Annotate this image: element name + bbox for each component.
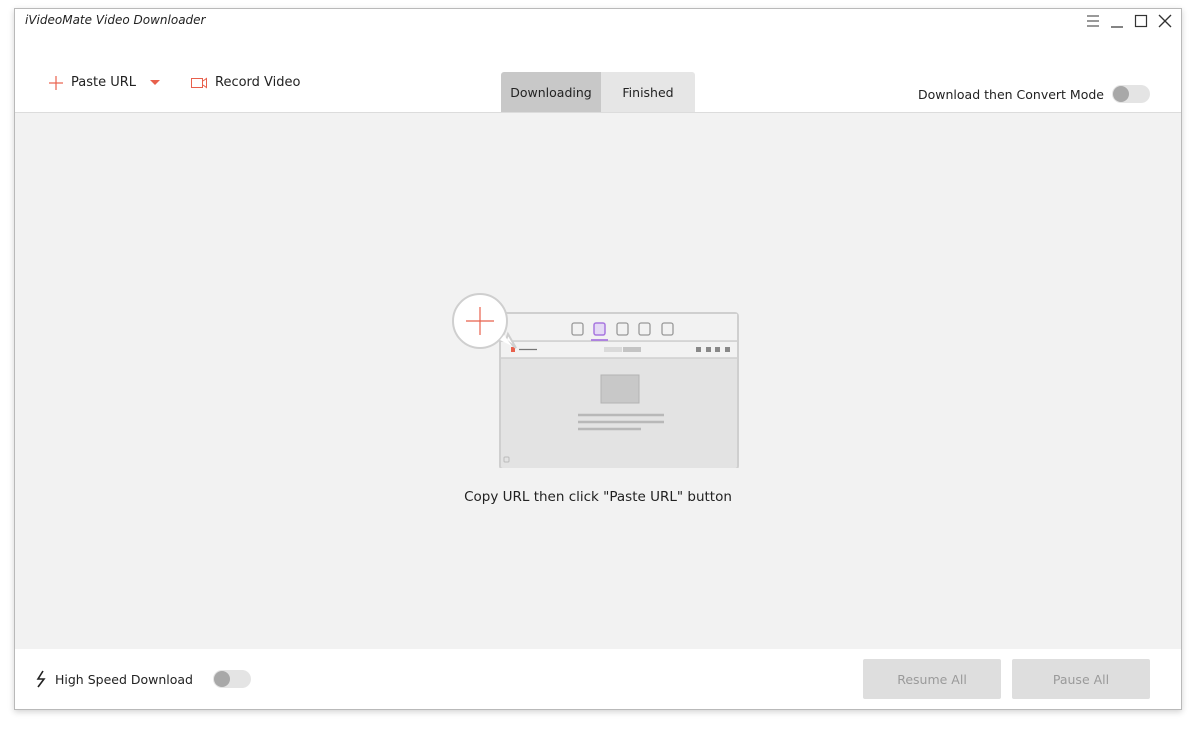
toggle-knob [214,671,230,687]
resume-all-button[interactable]: Resume All [863,659,1001,699]
high-speed-label: High Speed Download [55,671,193,687]
paste-url-button[interactable]: Paste URL [49,75,161,90]
menu-button[interactable] [1083,11,1103,31]
high-speed-setting: High Speed Download [35,670,251,688]
lightning-icon [36,670,46,688]
app-window: iVideoMate Video Downloader Paste URL Re… [14,8,1182,710]
close-button[interactable] [1155,11,1175,31]
paste-url-label: Paste URL [71,75,137,90]
minimize-button[interactable] [1107,11,1127,31]
convert-mode-label: Download then Convert Mode [918,86,1104,102]
download-list-area: Copy URL then click "Paste URL" button [15,112,1181,649]
dropdown-arrow-icon[interactable] [150,79,161,86]
pause-all-button[interactable]: Pause All [1012,659,1150,699]
add-bubble-graphic [452,293,517,349]
minimize-icon [1111,26,1123,28]
toggle-knob [1113,86,1129,102]
close-icon [1158,14,1172,28]
empty-state-illustration [452,293,739,468]
tab-downloading[interactable]: Downloading [501,72,601,112]
convert-mode-toggle[interactable] [1112,85,1150,103]
maximize-button[interactable] [1131,11,1151,31]
footer-bar: High Speed Download Resume All Pause All [15,649,1181,709]
tab-finished[interactable]: Finished [601,72,695,112]
browser-window-graphic [499,312,739,468]
convert-mode-setting: Download then Convert Mode [918,85,1150,103]
high-speed-toggle[interactable] [213,670,251,688]
plus-icon [49,75,63,90]
record-video-button[interactable]: Record Video [191,75,300,90]
tab-bar: Downloading Finished [501,72,695,112]
maximize-icon [1134,14,1148,28]
menu-icon [1087,15,1099,27]
window-title: iVideoMate Video Downloader [25,13,206,27]
video-camera-icon [191,77,207,88]
record-video-label: Record Video [215,75,301,90]
empty-state-hint: Copy URL then click "Paste URL" button [464,489,732,505]
window-controls [1083,11,1175,31]
